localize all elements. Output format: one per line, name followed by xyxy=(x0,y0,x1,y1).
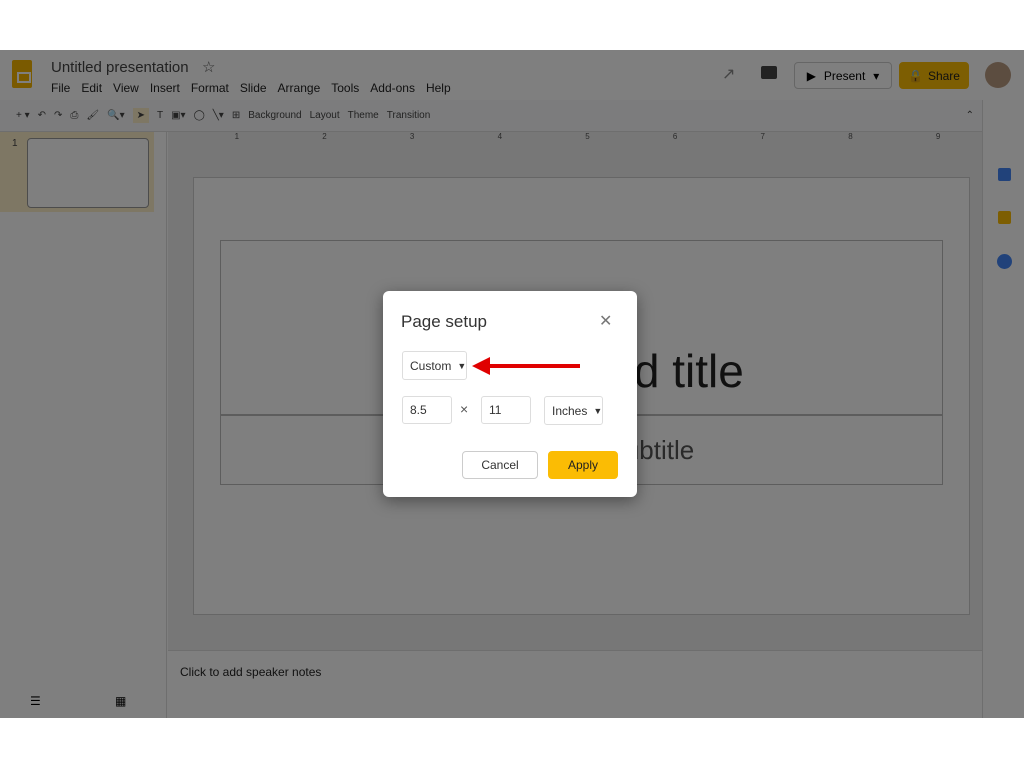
slides-app: Untitled presentation ☆ File Edit View I… xyxy=(0,50,1024,718)
preset-dropdown[interactable]: Custom ▼ xyxy=(402,351,467,380)
unit-dropdown[interactable]: Inches ▼ xyxy=(544,396,603,425)
chevron-down-icon: ▼ xyxy=(457,360,467,371)
apply-button[interactable]: Apply xyxy=(548,451,618,479)
chevron-down-icon: ▼ xyxy=(593,405,603,416)
red-arrow-annotation xyxy=(472,357,580,375)
dialog-title: Page setup xyxy=(401,312,488,331)
close-icon[interactable]: ✕ xyxy=(599,311,612,331)
cancel-button[interactable]: Cancel xyxy=(462,451,538,479)
page-setup-dialog: Page setup ✕ Custom ▼ 8.5 × 11 Inches ▼ Ca… xyxy=(383,291,637,497)
width-input[interactable]: 8.5 xyxy=(402,396,452,424)
times-symbol: × xyxy=(460,401,469,417)
height-input[interactable]: 11 xyxy=(481,396,531,424)
